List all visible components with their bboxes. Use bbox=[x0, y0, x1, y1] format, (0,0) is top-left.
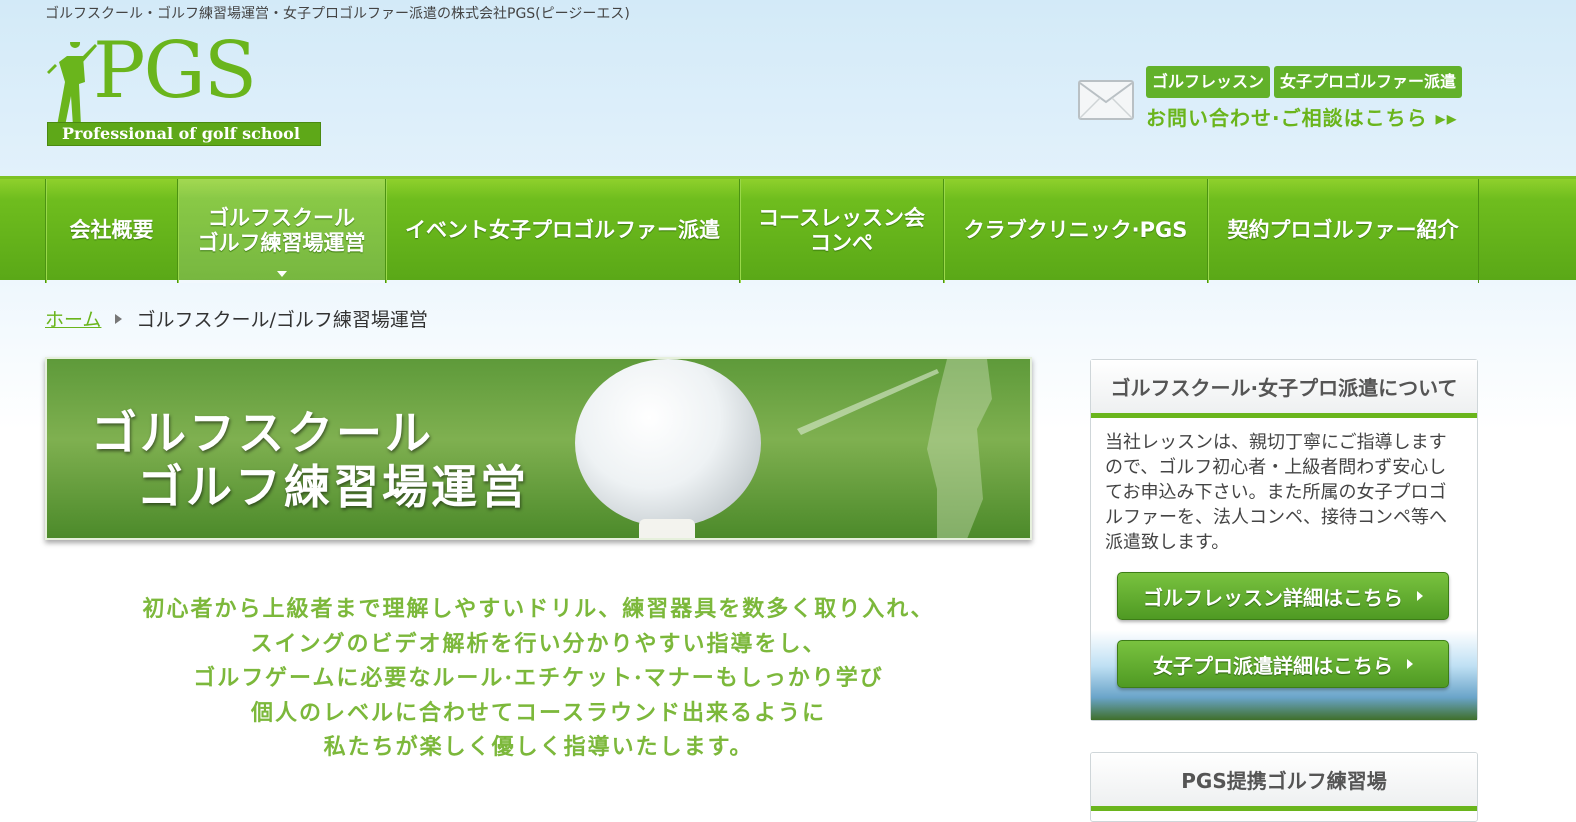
golfer-silhouette-image bbox=[797, 359, 992, 538]
intro-line: 初心者から上級者まで理解しやすいドリル、練習器具を数多く取り入れ、 bbox=[142, 596, 935, 622]
sidebar-about-box: ゴルフスクール·女子プロ派遣について 当社レッスンは、親切丁寧にご指導しますので… bbox=[1090, 359, 1478, 721]
button-label: ゴルフレッスン詳細はこちら bbox=[1143, 585, 1403, 610]
intro-line: 個人のレベルに合わせてコースラウンド出来るように bbox=[251, 699, 826, 726]
golf-ball-image bbox=[575, 359, 761, 527]
hero-title-line2: ゴルフ練習場運営 bbox=[137, 460, 529, 514]
caret-down-icon bbox=[276, 271, 287, 277]
nav-item-course-lesson[interactable]: コースレッスン会 コンペ bbox=[739, 179, 943, 283]
intro-line: ゴルフゲームに必要なルール·エチケット·マナーもしっかり学び bbox=[193, 665, 884, 691]
contact-link[interactable]: お問い合わせ·ご相談はこちら ▸▸ bbox=[1146, 102, 1458, 131]
golf-lesson-detail-button[interactable]: ゴルフレッスン詳細はこちら bbox=[1117, 572, 1449, 620]
sidebar-about-text: 当社レッスンは、親切丁寧にご指導しますので、ゴルフ初心者・上級者問わず安心してお… bbox=[1105, 432, 1447, 553]
intro-line: スイングのビデオ解析を行い分かりやすい指導をし、 bbox=[250, 630, 827, 657]
nav-item-label: 契約プロゴルファー紹介 bbox=[1227, 218, 1459, 243]
breadcrumb-home-link[interactable]: ホーム bbox=[45, 305, 101, 332]
nav-item-event-dispatch[interactable]: イベント女子プロゴルファー派遣 bbox=[385, 179, 739, 283]
nav-item-golf-school[interactable]: ゴルフスクール ゴルフ練習場運営 bbox=[177, 179, 385, 283]
sidebar-partner-title: PGS提携ゴルフ練習場 bbox=[1091, 753, 1477, 811]
breadcrumb: ホーム ゴルフスクール/ゴルフ練習場運営 bbox=[45, 305, 428, 332]
breadcrumb-current: ゴルフスクール/ゴルフ練習場運営 bbox=[136, 309, 428, 331]
intro-text: 初心者から上級者まで理解しやすいドリル、練習器具を数多く取り入れ、 スイングのビ… bbox=[45, 592, 1032, 765]
nav-item-label: コースレッスン会 bbox=[758, 205, 925, 230]
site-tagline: ゴルフスクール・ゴルフ練習場運営・女子プロゴルファー派遣の株式会社PGS(ピージ… bbox=[45, 6, 630, 22]
logo-subtitle-bar: Professional of golf school bbox=[47, 122, 321, 146]
pgs-logo[interactable]: PGS Professional of golf school bbox=[45, 32, 321, 148]
logo-subtitle: Professional of golf school bbox=[62, 124, 300, 143]
golfer-logo-icon bbox=[47, 42, 97, 126]
pro-dispatch-detail-button[interactable]: 女子プロ派遣詳細はこちら bbox=[1117, 640, 1449, 688]
nav-item-label2: コンペ bbox=[810, 231, 873, 255]
logo-text: PGS bbox=[93, 26, 257, 116]
sidebar-partner-box: PGS提携ゴルフ練習場 bbox=[1090, 752, 1478, 822]
golf-tee-image bbox=[639, 519, 695, 538]
contact-tags: ゴルフレッスン 女子プロゴルファー派遣 bbox=[1146, 66, 1463, 98]
button-label: 女子プロ派遣詳細はこちら bbox=[1153, 653, 1393, 678]
nav-item-label: ゴルフスクール bbox=[208, 205, 355, 230]
nav-item-label2: ゴルフ練習場運営 bbox=[197, 231, 366, 255]
arrow-right-icon bbox=[1407, 659, 1413, 669]
nav-item-pro-golfers[interactable]: 契約プロゴルファー紹介 bbox=[1207, 179, 1479, 283]
nav-item-label: クラブクリニック·PGS bbox=[963, 218, 1188, 243]
main-nav: 会社概要 ゴルフスクール ゴルフ練習場運営 イベント女子プロゴルファー派遣 コー… bbox=[0, 176, 1576, 283]
nav-item-company[interactable]: 会社概要 bbox=[45, 179, 177, 283]
breadcrumb-arrow-icon bbox=[115, 313, 123, 324]
mail-icon[interactable] bbox=[1078, 80, 1134, 120]
nav-item-label: イベント女子プロゴルファー派遣 bbox=[405, 218, 720, 243]
sidebar-about-title: ゴルフスクール·女子プロ派遣について bbox=[1091, 360, 1477, 418]
intro-line: 私たちが楽しく優しく指導いたします。 bbox=[323, 734, 754, 760]
contact-tag-dispatch[interactable]: 女子プロゴルファー派遣 bbox=[1274, 66, 1463, 98]
hero-banner: ゴルフスクール ゴルフ練習場運営 bbox=[45, 357, 1032, 540]
nav-item-label: 会社概要 bbox=[69, 218, 154, 243]
nav-item-club-clinic[interactable]: クラブクリニック·PGS bbox=[943, 179, 1207, 283]
contact-tag-lesson[interactable]: ゴルフレッスン bbox=[1146, 66, 1271, 98]
arrow-right-icon bbox=[1417, 591, 1423, 601]
